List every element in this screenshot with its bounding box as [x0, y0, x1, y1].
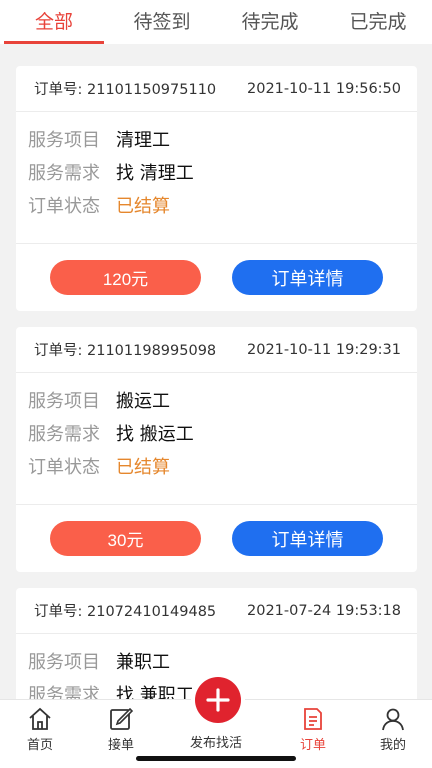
nav-home-label: 首页 — [26, 738, 53, 753]
nav-mine[interactable]: 我的 — [363, 706, 423, 754]
edit-icon — [110, 707, 134, 730]
service-item-value: 搬运工 — [116, 390, 170, 412]
service-need-value: 找 兼职工 — [116, 684, 194, 700]
service-need-label: 服务需求 — [28, 162, 100, 184]
tab-pending-checkin[interactable]: 待签到 — [108, 0, 216, 44]
service-need-label: 服务需求 — [28, 684, 100, 700]
service-item-label: 服务项目 — [28, 129, 100, 151]
nav-orders-label: 订单 — [299, 738, 326, 753]
nav-orders[interactable]: 订单 — [283, 706, 343, 754]
order-number: 订单号: 21101150975110 — [34, 82, 217, 98]
order-status-label: 订单状态 — [28, 195, 100, 217]
nav-accept[interactable]: 接单 — [91, 706, 151, 754]
tab-all[interactable]: 全部 — [0, 0, 108, 44]
home-indicator — [136, 756, 296, 761]
user-icon — [382, 708, 404, 731]
order-actions: 30元 订单详情 — [16, 505, 417, 572]
order-time: 2021-07-24 19:53:18 — [247, 602, 401, 619]
order-details: 服务项目 搬运工 服务需求找 搬运工 订单状态 已结算 — [16, 373, 417, 505]
service-item-value: 兼职工 — [116, 651, 170, 673]
home-icon — [29, 707, 51, 730]
order-detail-button[interactable]: 订单详情 — [232, 521, 383, 556]
order-status-value: 已结算 — [116, 195, 170, 217]
price-button[interactable]: 120元 — [50, 260, 201, 295]
nav-publish-label: 发布找活 — [189, 736, 242, 751]
order-card: 订单号: 21101198995098 2021-10-11 19:29:31 … — [16, 327, 417, 572]
service-item-label: 服务项目 — [28, 390, 100, 412]
order-status-label: 订单状态 — [28, 456, 100, 478]
price-button[interactable]: 30元 — [50, 521, 201, 556]
order-header: 订单号: 21101198995098 2021-10-11 19:29:31 — [16, 327, 417, 373]
nav-accept-label: 接单 — [107, 738, 134, 753]
order-time: 2021-10-11 19:56:50 — [247, 80, 401, 97]
order-icon — [304, 708, 322, 730]
plus-icon — [206, 688, 230, 712]
order-tabs: 全部 待签到 待完成 已完成 — [0, 0, 432, 44]
service-need-value: 找 搬运工 — [116, 423, 194, 445]
order-card: 订单号: 21101150975110 2021-10-11 19:56:50 … — [16, 66, 417, 311]
tab-pending-complete[interactable]: 待完成 — [216, 0, 324, 44]
service-need-label: 服务需求 — [28, 423, 100, 445]
order-number: 订单号: 21072410149485 — [34, 604, 217, 620]
order-header: 订单号: 21101150975110 2021-10-11 19:56:50 — [16, 66, 417, 112]
order-header: 订单号: 21072410149485 2021-07-24 19:53:18 — [16, 588, 417, 634]
nav-publish[interactable]: 发布找活 — [184, 732, 248, 768]
order-details: 服务项目 清理工 服务需求找 清理工 订单状态 已结算 — [16, 112, 417, 244]
tab-completed[interactable]: 已完成 — [324, 0, 432, 44]
service-item-label: 服务项目 — [28, 651, 100, 673]
order-actions: 120元 订单详情 — [16, 244, 417, 311]
order-status-value: 已结算 — [116, 456, 170, 478]
order-time: 2021-10-11 19:29:31 — [247, 341, 401, 358]
service-need-value: 找 清理工 — [116, 162, 194, 184]
publish-fab[interactable] — [195, 677, 241, 723]
nav-home[interactable]: 首页 — [10, 706, 70, 754]
order-list[interactable]: 订单号: 21101150975110 2021-10-11 19:56:50 … — [0, 44, 432, 699]
order-number: 订单号: 21101198995098 — [34, 343, 217, 359]
order-detail-button[interactable]: 订单详情 — [232, 260, 383, 295]
nav-mine-label: 我的 — [379, 738, 406, 753]
service-item-value: 清理工 — [116, 129, 170, 151]
